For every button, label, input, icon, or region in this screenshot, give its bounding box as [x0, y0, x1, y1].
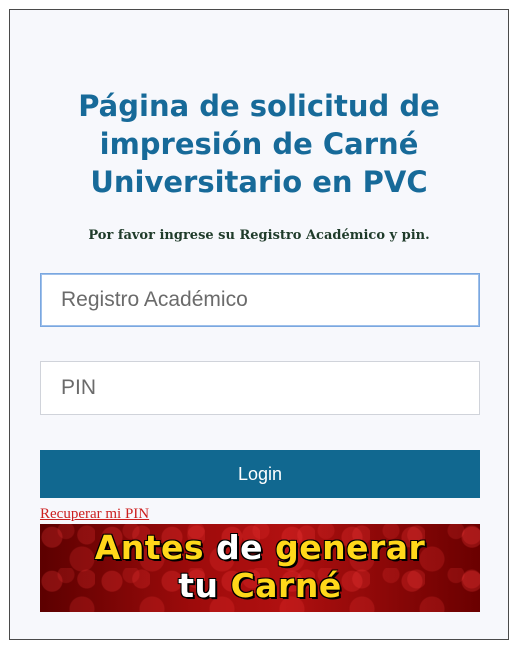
banner-word-antes: Antes — [94, 528, 205, 567]
login-button[interactable]: Login — [40, 450, 480, 498]
banner-word-generar: generar — [275, 528, 426, 567]
recover-pin-link[interactable]: Recuperar mi PIN — [40, 506, 149, 523]
page-title-line-1: Página de solicitud de — [78, 89, 440, 123]
banner-line-2: tu Carné — [40, 568, 480, 604]
login-card: Página de solicitud de impresión de Carn… — [9, 9, 509, 640]
page-title: Página de solicitud de impresión de Carn… — [10, 87, 508, 201]
banner-line-1: Antes de generar — [40, 530, 480, 566]
banner-word-carne: Carné — [230, 566, 342, 605]
banner-word-de: de — [216, 528, 264, 567]
pin-input[interactable] — [40, 361, 480, 415]
page-title-line-3: Universitario en PVC — [90, 165, 428, 199]
registro-academico-input[interactable] — [40, 273, 480, 327]
before-generating-card-banner[interactable]: Antes de generar tu Carné — [40, 524, 480, 612]
page-title-line-2: impresión de Carné — [99, 127, 419, 161]
instruction-text: Por favor ingrese su Registro Académico … — [88, 228, 430, 243]
banner-word-tu: tu — [178, 566, 219, 605]
